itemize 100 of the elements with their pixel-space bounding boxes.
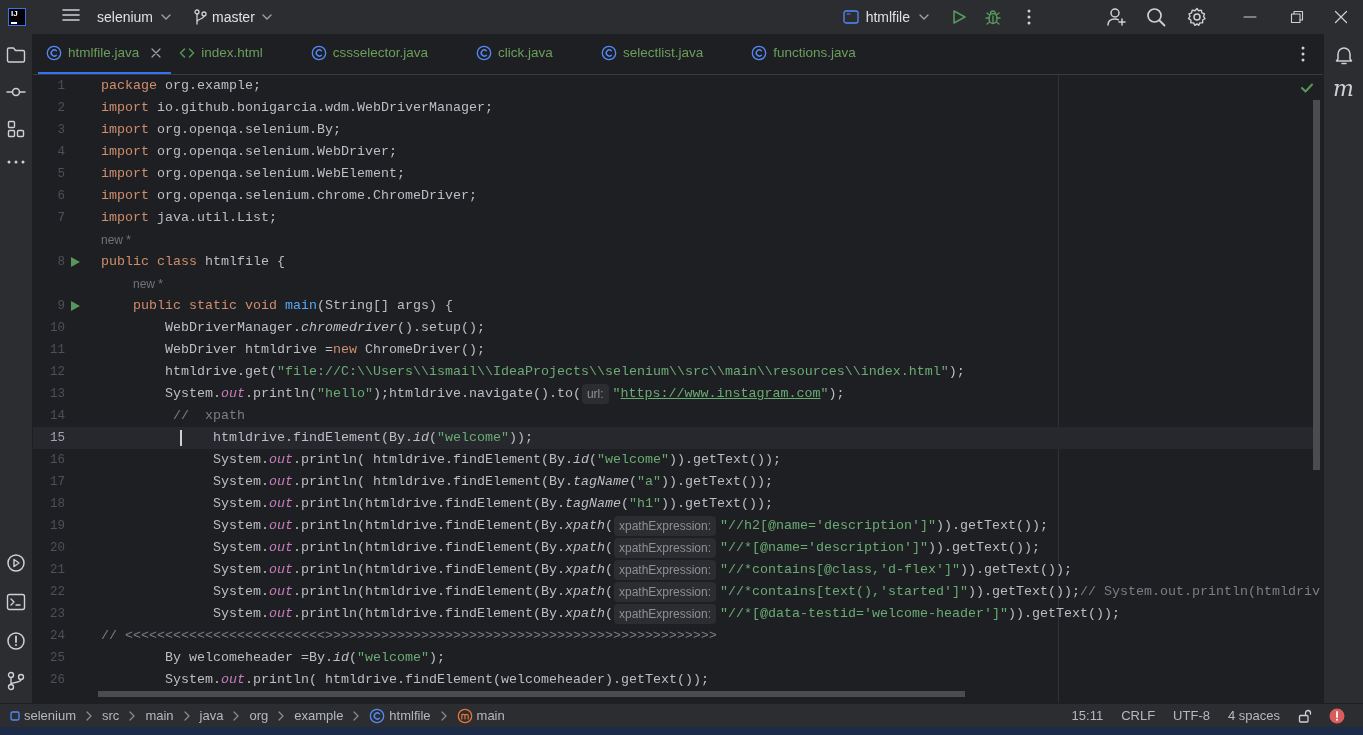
code-text: "hello": [317, 385, 373, 403]
breadcrumb[interactable]: main: [456, 705, 505, 726]
code-text: java.util.List;: [156, 209, 277, 227]
status-item[interactable]: 15:11: [1071, 705, 1104, 726]
code-text: import: [101, 121, 149, 139]
terminal-icon[interactable]: [6, 593, 26, 611]
chevron-right-icon: [439, 709, 448, 722]
warning-icon[interactable]: [6, 631, 26, 651]
code-text: out: [221, 671, 245, 689]
code-comment: // xpath: [173, 407, 245, 425]
scrollbar-thumb[interactable]: [98, 691, 965, 697]
editor-tab[interactable]: functions.java: [743, 34, 896, 74]
class-icon: [369, 707, 386, 724]
breadcrumb[interactable]: src: [102, 705, 120, 726]
code-text: out: [269, 583, 293, 601]
code-text: "welcome": [356, 649, 429, 667]
code-text: (: [604, 561, 613, 579]
maven-button[interactable]: m: [1333, 77, 1354, 101]
code-text: "h1": [628, 495, 661, 513]
code-text: System.: [213, 473, 269, 491]
services-icon[interactable]: [6, 553, 26, 573]
code-text: );htmldrive.navigate().to(: [373, 385, 581, 403]
code-text: .println(htmldrive.findElement(By.: [293, 517, 565, 535]
more-icon[interactable]: [1027, 9, 1031, 25]
breadcrumb[interactable]: main: [145, 705, 174, 726]
settings-icon[interactable]: [1187, 7, 1207, 27]
error-icon[interactable]: [1329, 707, 1345, 724]
close-icon[interactable]: [151, 48, 162, 58]
parameter-hint: xpathExpression:: [613, 560, 716, 580]
url-link[interactable]: https://www.instagram.com: [620, 384, 821, 404]
code-text: System.: [213, 495, 269, 513]
folder-icon[interactable]: [6, 46, 26, 64]
structure-icon[interactable]: [7, 120, 25, 138]
code-text: By welcomeheader =By.: [165, 649, 333, 667]
run-icon[interactable]: [69, 256, 81, 268]
bug-icon[interactable]: [985, 9, 1001, 25]
code-text: org.openqa.selenium.WebDriver;: [156, 143, 397, 161]
editor-tab[interactable]: selectlist.java: [592, 34, 744, 74]
code-text: ChromeDriver();: [363, 341, 485, 359]
run-config-selector[interactable]: htmlfile: [842, 6, 931, 28]
commit-icon[interactable]: [6, 86, 26, 98]
code-text: )).getText());: [668, 451, 781, 469]
editor-tab[interactable]: index.html: [171, 34, 303, 74]
run-icon[interactable]: [951, 9, 967, 25]
bell-icon[interactable]: [1333, 45, 1354, 65]
code-text: (: [588, 451, 597, 469]
code-text: System.: [165, 671, 221, 689]
more-icon[interactable]: [7, 160, 25, 164]
code-text: "//*contains[text(),'started']": [720, 583, 968, 601]
branch-selector[interactable]: master: [193, 6, 274, 28]
branch-icon[interactable]: [7, 671, 25, 691]
parameter-hint: xpathExpression:: [613, 538, 716, 558]
restore-icon[interactable]: [1290, 10, 1304, 24]
code-text: import: [101, 99, 149, 117]
breadcrumb[interactable]: org: [249, 705, 269, 726]
editor-tab[interactable]: htmlfile.java: [38, 34, 172, 74]
more-icon[interactable]: [1301, 46, 1305, 62]
breadcrumb[interactable]: htmlfile: [369, 705, 431, 726]
code-text: (: [604, 605, 613, 623]
code-text: );: [948, 363, 965, 381]
close-icon[interactable]: [1334, 10, 1348, 24]
code-text: ": [612, 385, 621, 403]
code-text: "//*contains[@class,'d-flex']": [720, 561, 960, 579]
editor-tab[interactable]: click.java: [468, 34, 593, 74]
add-user-icon[interactable]: [1107, 7, 1127, 27]
code-text: )).getText());: [959, 561, 1072, 579]
breadcrumb[interactable]: selenium: [10, 705, 77, 726]
code-text: (: [604, 517, 613, 535]
code-text: xpath: [564, 517, 605, 535]
editor-tab[interactable]: cssselector.java: [302, 34, 469, 74]
project-selector[interactable]: selenium: [97, 6, 174, 28]
code-comment: // <<<<<<<<<<<<<<<<<<<<<<<<<>>>>>>>>>>>>>>>>>>>>>>>>>>>>>>>>>>>>>>>>>>>>>>>>>: [101, 627, 717, 645]
code-text: chromedriver: [301, 319, 397, 337]
code-text: package: [101, 77, 157, 95]
breadcrumb[interactable]: java: [199, 705, 224, 726]
status-item[interactable]: 4 spaces: [1227, 705, 1280, 726]
code-text: "file://C:\\Users\\ismail\\IdeaProjects\\selenium\\src\\main\\resources\\index.html": [277, 363, 949, 381]
code-text: .println( htmldrive.findElement(By.: [293, 473, 573, 491]
code-text: System.: [213, 451, 269, 469]
scrollbar-thumb[interactable]: [1313, 100, 1320, 470]
chevron-right-icon: [352, 709, 361, 722]
unlocked-icon[interactable]: [1298, 708, 1312, 723]
app-logo[interactable]: IJ: [8, 8, 26, 26]
code-text: System.: [165, 385, 221, 403]
run-icon[interactable]: [69, 300, 81, 312]
code-text: .println( htmldrive.findElement(welcomeheader).getText());: [245, 671, 709, 689]
status-item[interactable]: UTF-8: [1173, 705, 1210, 726]
logo-text: IJ: [11, 9, 18, 19]
code-text: "//*[@name='description']": [720, 539, 928, 557]
status-item[interactable]: CRLF: [1121, 705, 1156, 726]
code-text: xpath: [564, 539, 605, 557]
code-text: "a": [636, 473, 661, 491]
breadcrumb[interactable]: example: [294, 705, 344, 726]
code-text: org.example;: [164, 77, 261, 95]
code-text: ));: [508, 429, 533, 447]
code-text: out: [269, 495, 293, 513]
code-text: )).getText());: [1007, 605, 1120, 623]
window-icon: [842, 10, 859, 24]
code-text: org.openqa.selenium.chrome.ChromeDriver;: [156, 187, 477, 205]
search-icon[interactable]: [1146, 7, 1166, 27]
